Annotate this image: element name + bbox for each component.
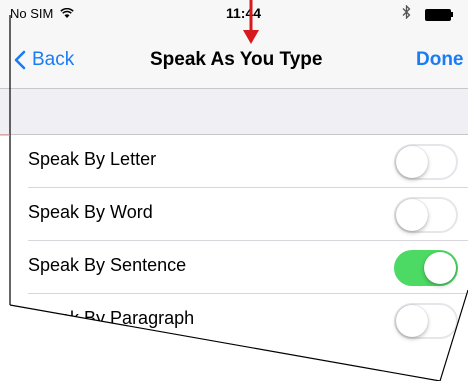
group-spacer <box>0 89 468 135</box>
row-label: Speak By Word <box>28 202 153 222</box>
speak-by-letter-toggle[interactable] <box>394 144 458 180</box>
list-item: Speak By Letter <box>0 135 468 188</box>
status-bar: No SIM 11:44 <box>0 0 468 26</box>
row-label: Speak By Letter <box>28 149 157 169</box>
toggle-knob <box>396 199 428 231</box>
speak-by-word-toggle[interactable] <box>394 197 458 233</box>
navigation-bar: Back Speak As You Type Done <box>0 26 468 89</box>
toggle-knob <box>424 252 456 284</box>
list-item: Speak By Paragraph <box>0 294 468 347</box>
done-button[interactable]: Done <box>416 49 464 71</box>
speak-by-sentence-toggle[interactable] <box>394 250 458 286</box>
back-button[interactable]: Back <box>14 49 74 71</box>
row-label: Speak By Sentence <box>28 255 187 275</box>
phone-screen: No SIM 11:44 Back Speak As You Type Done… <box>0 0 468 381</box>
toggle-knob <box>396 146 428 178</box>
carrier-group: No SIM <box>10 6 74 21</box>
wifi-icon <box>60 7 74 18</box>
row-label: Speak By Paragraph <box>28 308 195 328</box>
bluetooth-icon <box>402 5 411 19</box>
list-item: Speak By Word <box>0 188 468 241</box>
carrier-label: No SIM <box>10 6 54 21</box>
chevron-left-icon <box>14 50 26 70</box>
toggle-knob <box>396 305 428 337</box>
battery-icon <box>425 9 451 21</box>
list-item: Speak By Sentence <box>0 241 468 294</box>
status-time: 11:44 <box>226 5 262 21</box>
battery-tip <box>451 12 453 17</box>
speak-by-paragraph-toggle[interactable] <box>394 303 458 339</box>
back-label: Back <box>32 49 75 70</box>
page-title: Speak As You Type <box>150 49 323 70</box>
